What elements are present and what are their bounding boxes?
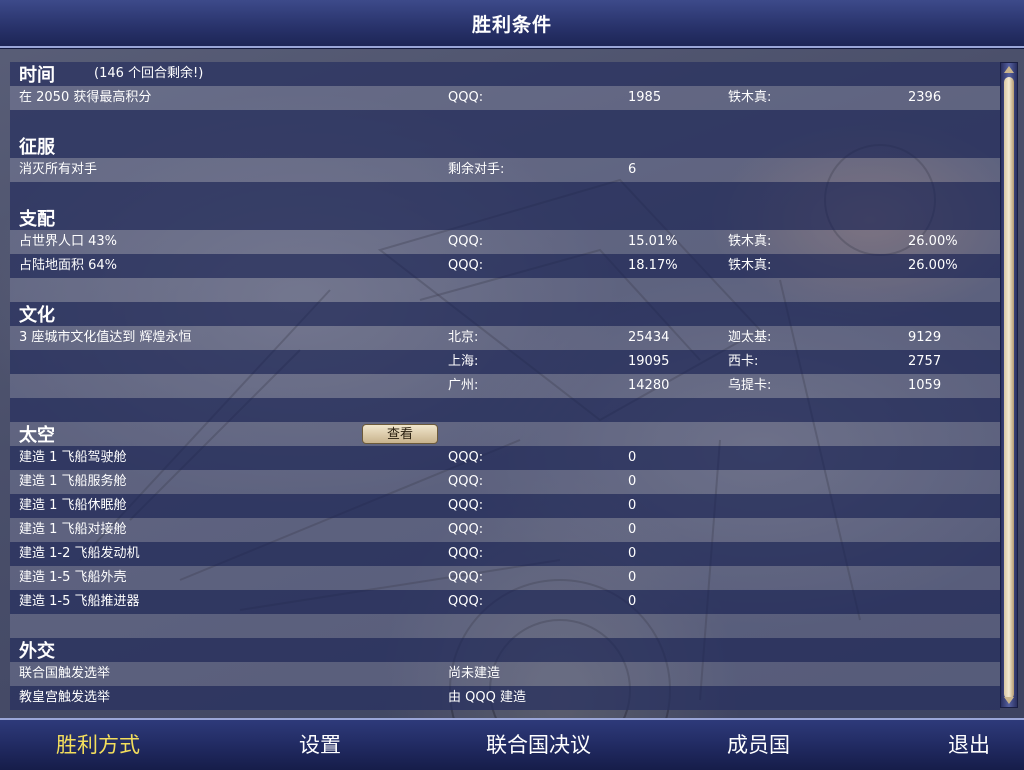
player-value: 0	[628, 594, 637, 609]
tab-un-resolutions[interactable]: 联合国决议	[486, 729, 591, 759]
build-status: 尚未建造	[448, 666, 501, 681]
space-row: 建造 1 飞船服务舱 QQQ: 0	[10, 470, 1000, 494]
space-row: 建造 1-5 飞船推进器 QQQ: 0	[10, 590, 1000, 614]
condition-label: 建造 1-2 飞船发动机	[19, 546, 140, 561]
culture-row-2: 上海: 19095 西卡: 2757	[10, 350, 1000, 374]
player-name: QQQ:	[448, 570, 484, 585]
domination-row-population: 占世界人口 43% QQQ: 15.01% 铁木真: 26.00%	[10, 230, 1000, 254]
exit-button[interactable]: 退出	[948, 729, 990, 759]
player-value: 1985	[628, 90, 662, 105]
player-name: QQQ:	[448, 450, 484, 465]
player-value: 0	[628, 498, 637, 513]
condition-label: 占世界人口 43%	[19, 234, 118, 249]
scroll-down-icon[interactable]	[1004, 697, 1014, 704]
condition-label: 建造 1 飞船对接舱	[19, 522, 127, 537]
player-name: QQQ:	[448, 522, 484, 537]
player-name: QQQ:	[448, 594, 484, 609]
diplomacy-row-vatican: 教皇宫触发选举 由 QQQ 建造	[10, 686, 1000, 710]
rival-value: 26.00%	[908, 258, 958, 273]
condition-label: 占陆地面积 64%	[19, 258, 118, 273]
city-culture-value: 14280	[628, 378, 670, 393]
victory-conditions-panel: 时间 (146 个回合剩余!) 在 2050 获得最高积分 QQQ: 1985 …	[10, 58, 1024, 712]
section-header-culture: 文化	[10, 302, 1000, 326]
spacer-row	[10, 398, 1000, 422]
condition-label: 在 2050 获得最高积分	[19, 90, 152, 105]
culture-row-1: 3 座城市文化值达到 辉煌永恒 北京: 25434 迦太基: 9129	[10, 326, 1000, 350]
player-name: QQQ:	[448, 546, 484, 561]
player-value: 0	[628, 570, 637, 585]
player-name: QQQ:	[448, 258, 484, 273]
player-value: 15.01%	[628, 234, 678, 249]
rival-city-culture-value: 2757	[908, 354, 942, 369]
condition-label: 3 座城市文化值达到 辉煌永恒	[19, 330, 192, 345]
rival-name: 铁木真:	[728, 258, 772, 273]
condition-label: 教皇宫触发选举	[19, 690, 111, 705]
space-row: 建造 1-2 飞船发动机 QQQ: 0	[10, 542, 1000, 566]
culture-row-3: 广州: 14280 乌提卡: 1059	[10, 374, 1000, 398]
player-name: QQQ:	[448, 234, 484, 249]
spacer-row	[10, 110, 1000, 134]
player-value: 0	[628, 522, 637, 537]
rival-name: 铁木真:	[728, 90, 772, 105]
domination-row-land: 占陆地面积 64% QQQ: 18.17% 铁木真: 26.00%	[10, 254, 1000, 278]
title-bar: 胜利条件	[0, 0, 1024, 48]
turns-remaining: (146 个回合剩余!)	[94, 66, 204, 81]
spacer-row	[10, 182, 1000, 206]
city-name: 北京:	[448, 330, 479, 345]
spacer-row	[10, 614, 1000, 638]
city-culture-value: 25434	[628, 330, 670, 345]
space-row: 建造 1 飞船驾驶舱 QQQ: 0	[10, 446, 1000, 470]
condition-label: 消灭所有对手	[19, 162, 98, 177]
section-header-time: 时间 (146 个回合剩余!)	[10, 62, 1000, 86]
remaining-label: 剩余对手:	[448, 162, 505, 177]
city-name: 上海:	[448, 354, 479, 369]
condition-label: 建造 1 飞船服务舱	[19, 474, 127, 489]
spacer-row	[10, 278, 1000, 302]
condition-label: 建造 1-5 飞船外壳	[19, 570, 127, 585]
rival-city-name: 乌提卡:	[728, 378, 772, 393]
remaining-value: 6	[628, 162, 637, 177]
tab-member-states[interactable]: 成员国	[727, 729, 790, 759]
view-spaceship-button[interactable]: 查看	[362, 424, 438, 444]
rival-value: 2396	[908, 90, 942, 105]
build-status: 由 QQQ 建造	[448, 690, 526, 705]
rival-name: 铁木真:	[728, 234, 772, 249]
scroll-thumb[interactable]	[1004, 77, 1014, 699]
time-row: 在 2050 获得最高积分 QQQ: 1985 铁木真: 2396	[10, 86, 1000, 110]
rival-city-culture-value: 9129	[908, 330, 942, 345]
player-value: 18.17%	[628, 258, 678, 273]
section-header-domination: 支配	[10, 206, 1000, 230]
diplomacy-row-un: 联合国触发选举 尚未建造	[10, 662, 1000, 686]
condition-label: 建造 1-5 飞船推进器	[19, 594, 140, 609]
conquest-row: 消灭所有对手 剩余对手: 6	[10, 158, 1000, 182]
player-name: QQQ:	[448, 90, 484, 105]
vertical-scrollbar[interactable]	[1000, 62, 1018, 708]
city-name: 广州:	[448, 378, 479, 393]
page-title: 胜利条件	[471, 14, 552, 36]
scroll-up-icon[interactable]	[1004, 66, 1014, 73]
space-row: 建造 1-5 飞船外壳 QQQ: 0	[10, 566, 1000, 590]
section-header-conquest: 征服	[10, 134, 1000, 158]
player-value: 0	[628, 474, 637, 489]
city-culture-value: 19095	[628, 354, 670, 369]
bottom-navigation: 胜利方式 设置 联合国决议 成员国 退出	[0, 718, 1024, 770]
rival-city-name: 西卡:	[728, 354, 759, 369]
space-row: 建造 1 飞船对接舱 QQQ: 0	[10, 518, 1000, 542]
rival-value: 26.00%	[908, 234, 958, 249]
section-header-space: 太空 查看	[10, 422, 1000, 446]
condition-label: 联合国触发选举	[19, 666, 111, 681]
condition-label: 建造 1 飞船休眠舱	[19, 498, 127, 513]
space-row: 建造 1 飞船休眠舱 QQQ: 0	[10, 494, 1000, 518]
tab-victory-conditions[interactable]: 胜利方式	[56, 729, 140, 759]
section-header-diplomacy: 外交	[10, 638, 1000, 662]
rival-city-culture-value: 1059	[908, 378, 942, 393]
player-value: 0	[628, 546, 637, 561]
player-name: QQQ:	[448, 498, 484, 513]
tab-settings[interactable]: 设置	[299, 729, 341, 759]
player-value: 0	[628, 450, 637, 465]
player-name: QQQ:	[448, 474, 484, 489]
condition-label: 建造 1 飞船驾驶舱	[19, 450, 127, 465]
rival-city-name: 迦太基:	[728, 330, 772, 345]
